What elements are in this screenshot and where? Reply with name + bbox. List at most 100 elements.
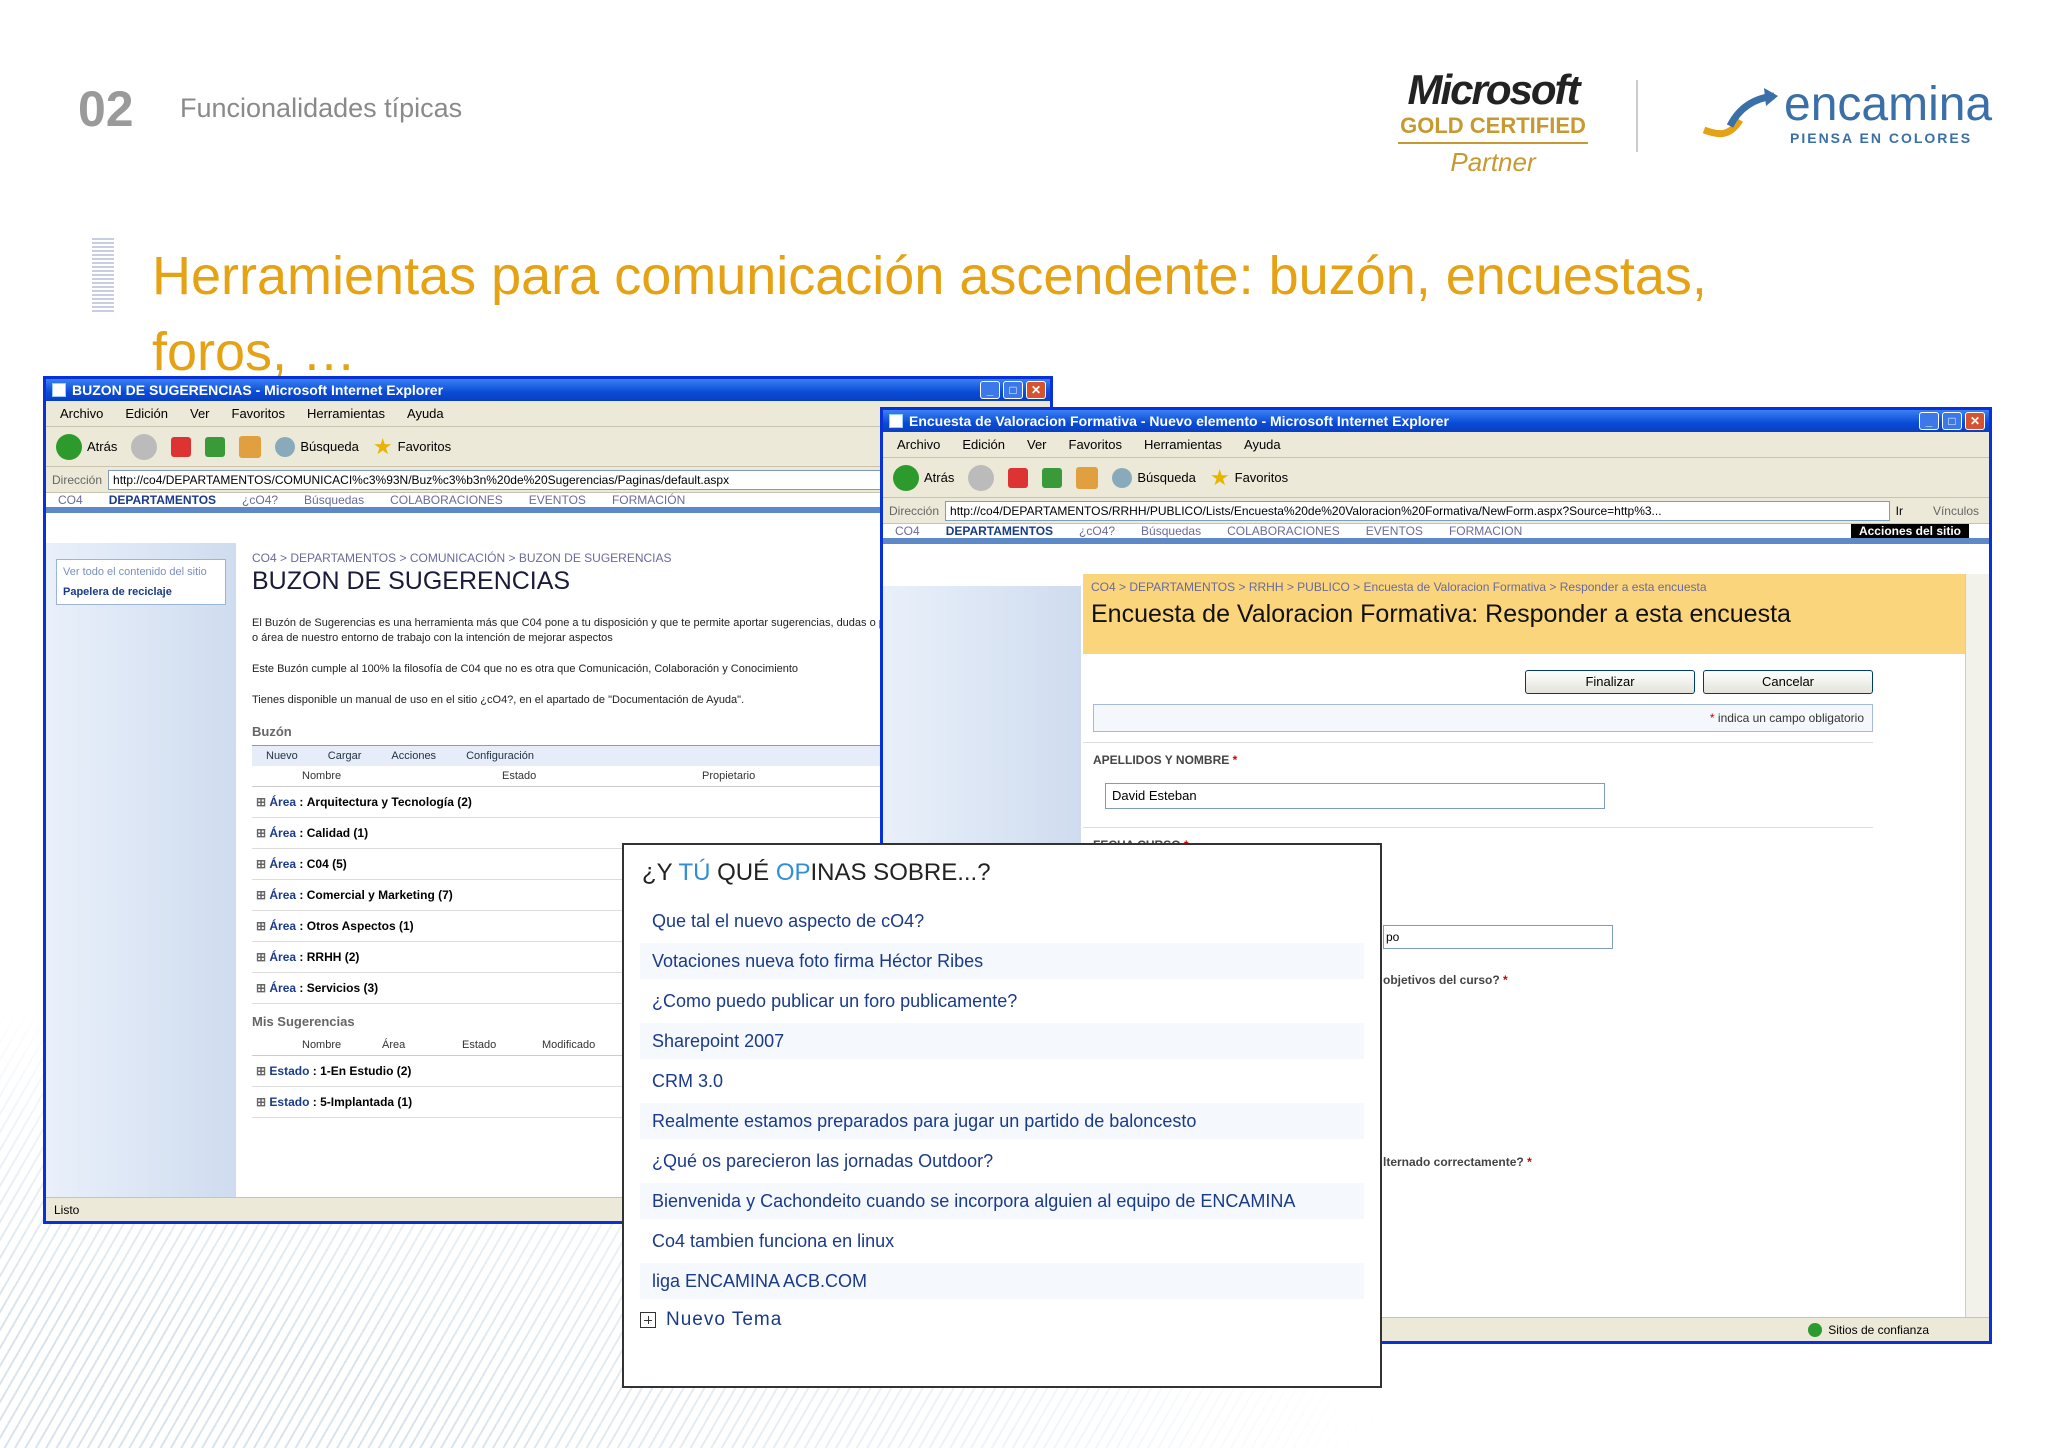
maximize-button[interactable]: □	[1003, 381, 1023, 399]
actions-menu[interactable]: Acciones	[391, 750, 436, 762]
address-bar: Dirección http://co4/DEPARTAMENTOS/RRHH/…	[883, 498, 1989, 524]
address-input[interactable]: http://co4/DEPARTAMENTOS/RRHH/PUBLICO/Li…	[945, 500, 1890, 521]
form-header: CO4 > DEPARTAMENTOS > RRHH > PUBLICO > E…	[1083, 574, 1965, 654]
expand-icon: ⊞	[256, 857, 270, 871]
back-arrow-icon	[893, 464, 919, 491]
menu-ver[interactable]: Ver	[1027, 437, 1047, 452]
menu-edicion[interactable]: Edición	[125, 406, 168, 421]
menu-ayuda[interactable]: Ayuda	[1244, 437, 1281, 452]
nav-busquedas[interactable]: Búsquedas	[304, 493, 364, 507]
nav-formacion[interactable]: FORMACIÓN	[612, 493, 685, 507]
column-header[interactable]: Área	[382, 1039, 462, 1051]
nav-co4[interactable]: CO4	[58, 493, 83, 507]
stop-icon	[1008, 467, 1029, 488]
nav-formacion[interactable]: FORMACION	[1449, 524, 1522, 538]
nav-colaboraciones[interactable]: COLABORACIONES	[1227, 524, 1340, 538]
nav-co4-help[interactable]: ¿cO4?	[1079, 524, 1115, 538]
nav-colaboraciones[interactable]: COLABORACIONES	[390, 493, 503, 507]
finish-button[interactable]: Finalizar	[1525, 670, 1695, 694]
column-header[interactable]: Modificado	[542, 1039, 595, 1051]
nav-departamentos[interactable]: DEPARTAMENTOS	[109, 493, 216, 507]
minimize-button[interactable]: _	[1919, 412, 1939, 430]
new-topic-button[interactable]: Nuevo Tema	[640, 1309, 1364, 1331]
nav-co4[interactable]: CO4	[895, 524, 920, 538]
forum-title: ¿Y TÚ QUÉ OPINAS SOBRE...?	[642, 859, 991, 886]
topic-link[interactable]: ¿Como puedo publicar un foro publicament…	[640, 983, 1364, 1019]
logo-divider	[1636, 80, 1638, 152]
upload-menu[interactable]: Cargar	[328, 750, 362, 762]
home-button[interactable]	[1076, 466, 1099, 489]
column-header[interactable]: Nombre	[302, 1039, 382, 1051]
favorites-button[interactable]: ★ Favoritos	[1210, 465, 1288, 491]
home-button[interactable]	[239, 435, 262, 458]
forward-button[interactable]	[968, 464, 995, 491]
topic-link[interactable]: CRM 3.0	[640, 1063, 1364, 1099]
stop-button[interactable]	[171, 436, 192, 457]
column-header[interactable]: Propietario	[702, 770, 755, 782]
nav-eventos[interactable]: EVENTOS	[1366, 524, 1423, 538]
search-button[interactable]: Búsqueda	[1112, 467, 1196, 488]
refresh-button[interactable]	[205, 436, 226, 457]
menu-ayuda[interactable]: Ayuda	[407, 406, 444, 421]
nav-co4-help[interactable]: ¿cO4?	[242, 493, 278, 507]
refresh-button[interactable]	[1042, 467, 1063, 488]
minimize-button[interactable]: _	[980, 381, 1000, 399]
menu-herramientas[interactable]: Herramientas	[1144, 437, 1222, 452]
window-titlebar[interactable]: Encuesta de Valoracion Formativa - Nuevo…	[883, 410, 1989, 432]
settings-menu[interactable]: Configuración	[466, 750, 534, 762]
menu-favoritos[interactable]: Favoritos	[232, 406, 285, 421]
partial-input[interactable]: po	[1383, 925, 1613, 949]
recycle-bin-link[interactable]: Papelera de reciclaje	[63, 586, 219, 598]
window-title: BUZON DE SUGERENCIAS - Microsoft Interne…	[72, 382, 444, 398]
topic-link[interactable]: Que tal el nuevo aspecto de cO4?	[640, 903, 1364, 939]
menu-ver[interactable]: Ver	[190, 406, 210, 421]
new-menu[interactable]: Nuevo	[266, 750, 298, 762]
slide-number: 02	[78, 81, 134, 137]
address-label: Dirección	[889, 503, 940, 518]
topic-link[interactable]: Bienvenida y Cachondeito cuando se incor…	[640, 1183, 1364, 1219]
cancel-button[interactable]: Cancelar	[1703, 670, 1873, 694]
menu-edicion[interactable]: Edición	[962, 437, 1005, 452]
encamina-arrow-icon	[1702, 88, 1778, 138]
nav-eventos[interactable]: EVENTOS	[529, 493, 586, 507]
stop-button[interactable]	[1008, 467, 1029, 488]
site-actions-menu[interactable]: Acciones del sitio	[1850, 524, 1969, 538]
search-button[interactable]: Búsqueda	[275, 436, 359, 457]
topic-link[interactable]: Realmente estamos preparados para jugar …	[640, 1103, 1364, 1139]
menu-archivo[interactable]: Archivo	[897, 437, 940, 452]
back-button[interactable]: Atrás	[56, 433, 117, 460]
vertical-scrollbar[interactable]	[1965, 574, 1989, 1317]
forward-button[interactable]	[131, 433, 158, 460]
links-label[interactable]: Vínculos	[1933, 504, 1979, 518]
close-button[interactable]: ✕	[1026, 381, 1046, 399]
view-all-content-link[interactable]: Ver todo el contenido del sitio	[63, 566, 219, 578]
column-header[interactable]: Nombre	[302, 770, 502, 782]
topic-link[interactable]: ¿Qué os parecieron las jornadas Outdoor?	[640, 1143, 1364, 1179]
partner-text: Partner	[1450, 147, 1536, 177]
window-titlebar[interactable]: BUZON DE SUGERENCIAS - Microsoft Interne…	[46, 379, 1050, 401]
go-button[interactable]: Ir	[1896, 504, 1903, 518]
toolbar: Atrás Búsqueda ★ Favoritos	[883, 458, 1989, 498]
expand-icon: ⊞	[256, 888, 270, 902]
menu-favoritos[interactable]: Favoritos	[1069, 437, 1122, 452]
topic-list: Que tal el nuevo aspecto de cO4? Votacion…	[640, 903, 1364, 1299]
menu-herramientas[interactable]: Herramientas	[307, 406, 385, 421]
column-header[interactable]: Estado	[502, 770, 702, 782]
menu-archivo[interactable]: Archivo	[60, 406, 103, 421]
favorites-button[interactable]: ★ Favoritos	[373, 434, 451, 460]
forward-arrow-icon	[131, 433, 158, 460]
nav-departamentos[interactable]: DEPARTAMENTOS	[946, 524, 1053, 538]
topic-link[interactable]: liga ENCAMINA ACB.COM	[640, 1263, 1364, 1299]
expand-icon: ⊞	[256, 1064, 270, 1078]
gold-certified-text: GOLD CERTIFIED	[1400, 113, 1586, 138]
topic-link[interactable]: Sharepoint 2007	[640, 1023, 1364, 1059]
plus-box-icon	[640, 1312, 656, 1328]
topic-link[interactable]: Votaciones nueva foto firma Héctor Ribes	[640, 943, 1364, 979]
nav-busquedas[interactable]: Búsquedas	[1141, 524, 1201, 538]
name-input[interactable]: David Esteban	[1105, 783, 1605, 809]
back-button[interactable]: Atrás	[893, 464, 954, 491]
maximize-button[interactable]: □	[1942, 412, 1962, 430]
close-button[interactable]: ✕	[1965, 412, 1985, 430]
topic-link[interactable]: Co4 tambien funciona en linux	[640, 1223, 1364, 1259]
column-header[interactable]: Estado	[462, 1039, 542, 1051]
